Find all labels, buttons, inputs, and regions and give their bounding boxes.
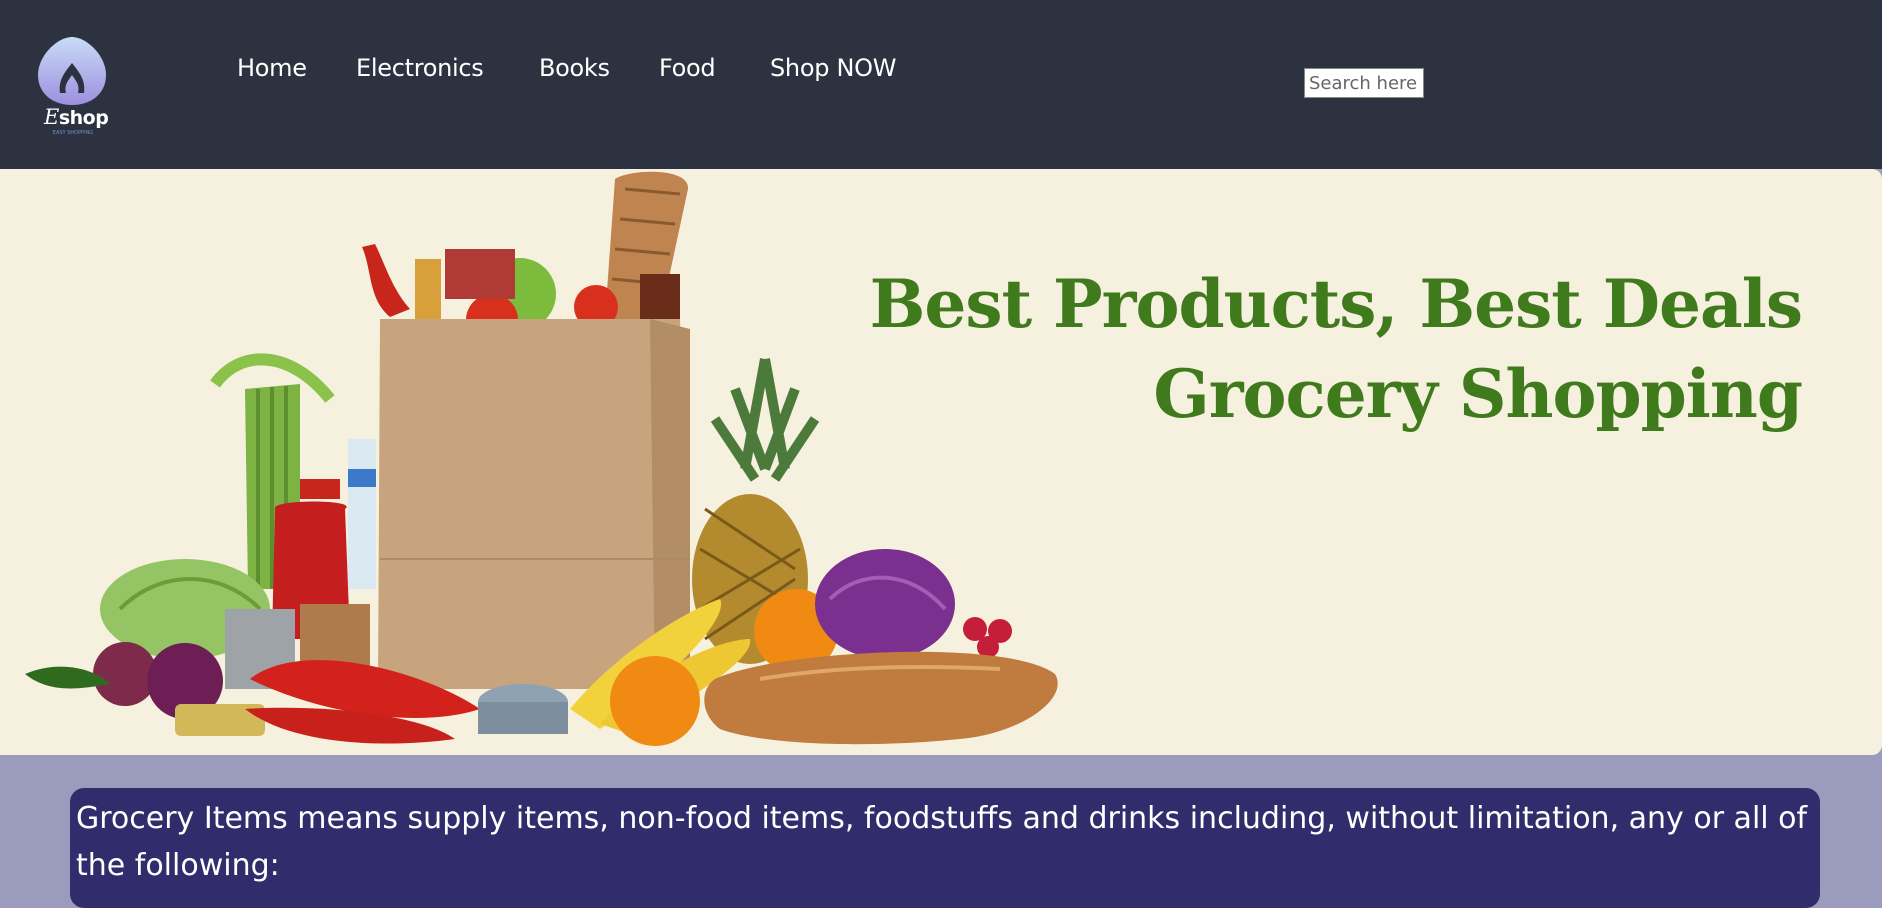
- nav-shop-now[interactable]: Shop NOW: [770, 54, 896, 82]
- hero-banner: Best Products, Best Deals Grocery Shoppi…: [0, 169, 1882, 755]
- grocery-description-card: Grocery Items means supply items, non-fo…: [70, 788, 1820, 908]
- grocery-description-text: Grocery Items means supply items, non-fo…: [76, 801, 1808, 883]
- site-header: Eshop EASY SHOPPING Home Electronics Boo…: [0, 0, 1882, 169]
- nav-home[interactable]: Home: [237, 54, 307, 82]
- logo-flame-icon: [38, 37, 106, 105]
- logo-wordmark: Eshop: [44, 105, 109, 129]
- banner-headline-primary: Best Products, Best Deals: [869, 265, 1803, 343]
- banner-headline-secondary: Grocery Shopping: [1153, 355, 1803, 433]
- nav-food[interactable]: Food: [659, 54, 716, 82]
- nav-electronics[interactable]: Electronics: [356, 54, 484, 82]
- eshop-logo[interactable]: Eshop EASY SHOPPING: [34, 35, 110, 141]
- grocery-illustration: [25, 171, 1058, 746]
- nav-books[interactable]: Books: [539, 54, 610, 82]
- search-input[interactable]: [1304, 68, 1424, 98]
- logo-tagline: EASY SHOPPING: [52, 130, 94, 136]
